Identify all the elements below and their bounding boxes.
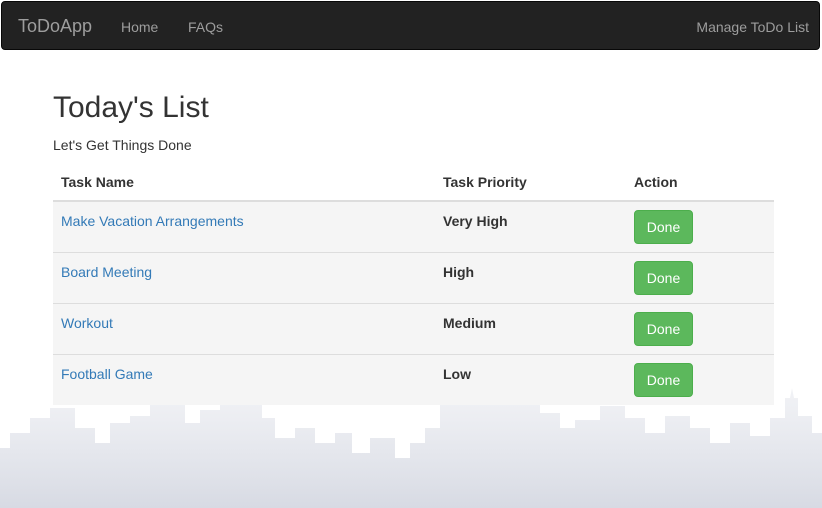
page-subtitle: Let's Get Things Done <box>53 137 192 153</box>
city-skyline-background <box>0 388 822 508</box>
task-action-cell: Done <box>626 252 774 304</box>
task-name-cell: Football Game <box>53 354 435 405</box>
brand-link[interactable]: ToDoApp <box>18 16 92 36</box>
task-priority: Low <box>443 366 471 382</box>
header-action: Action <box>626 163 774 202</box>
table-row: Make Vacation Arrangements Very High Don… <box>53 200 774 253</box>
done-button[interactable]: Done <box>634 312 693 346</box>
task-name-link[interactable]: Football Game <box>61 366 153 382</box>
table-row: Workout Medium Done <box>53 303 774 355</box>
task-name-cell: Workout <box>53 303 435 355</box>
task-action-cell: Done <box>626 354 774 405</box>
task-priority: Very High <box>443 213 508 229</box>
nav-faqs-link[interactable]: FAQs <box>188 18 223 36</box>
done-button[interactable]: Done <box>634 210 693 244</box>
nav-home-link[interactable]: Home <box>121 18 158 36</box>
page-title: Today's List <box>53 91 209 124</box>
task-name-link[interactable]: Workout <box>61 315 113 331</box>
task-priority-cell: Very High <box>435 200 626 253</box>
nav-manage-todo-link[interactable]: Manage ToDo List <box>696 18 809 36</box>
done-button[interactable]: Done <box>634 363 693 397</box>
task-action-cell: Done <box>626 200 774 253</box>
top-navbar: ToDoApp Home FAQs Manage ToDo List <box>1 1 820 50</box>
table-header-row: Task Name Task Priority Action <box>53 163 774 202</box>
task-priority-cell: High <box>435 252 626 304</box>
task-name-cell: Board Meeting <box>53 252 435 304</box>
task-action-cell: Done <box>626 303 774 355</box>
done-button[interactable]: Done <box>634 261 693 295</box>
task-name-cell: Make Vacation Arrangements <box>53 200 435 253</box>
table-row: Board Meeting High Done <box>53 252 774 304</box>
header-task-priority: Task Priority <box>435 163 626 202</box>
table-row: Football Game Low Done <box>53 354 774 405</box>
task-priority-cell: Medium <box>435 303 626 355</box>
task-name-link[interactable]: Make Vacation Arrangements <box>61 213 244 229</box>
task-table: Task Name Task Priority Action Make Vaca… <box>53 163 774 405</box>
task-priority: Medium <box>443 315 496 331</box>
header-task-name: Task Name <box>53 163 435 202</box>
task-priority: High <box>443 264 475 280</box>
task-priority-cell: Low <box>435 354 626 405</box>
task-name-link[interactable]: Board Meeting <box>61 264 152 280</box>
